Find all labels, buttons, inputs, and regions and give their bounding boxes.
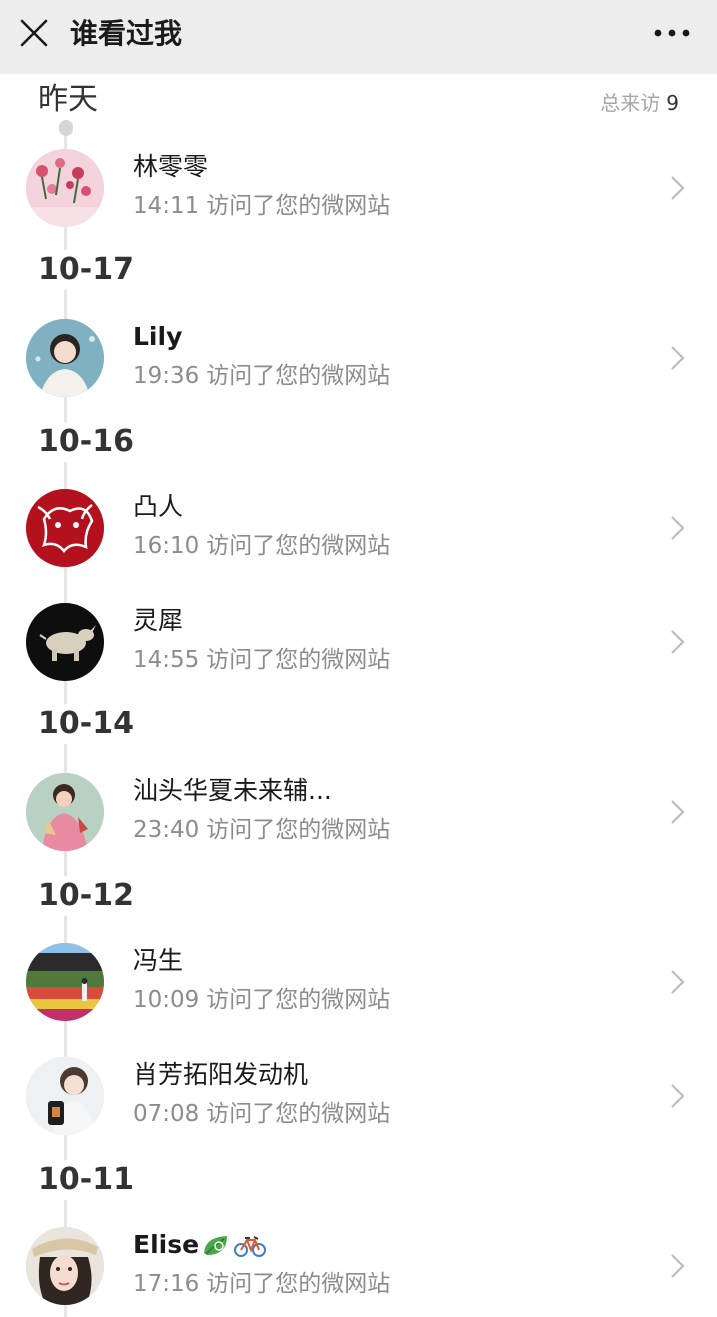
- visitor-name: 林零零: [133, 152, 209, 181]
- visit-time: 10:09: [133, 987, 200, 1013]
- woman-selfie-avatar: [26, 1057, 104, 1135]
- visitor-row[interactable]: 冯生 10:09 访问了您的微网站: [0, 932, 717, 1032]
- visit-time: 19:36: [133, 363, 200, 389]
- chevron-right-icon: [671, 800, 685, 824]
- chevron-right-icon: [671, 176, 685, 200]
- visit-action: 访问了您的微网站: [206, 817, 391, 843]
- visit-time: 14:11: [133, 193, 200, 219]
- rhino-figurine-avatar: [26, 603, 104, 681]
- chevron-right-icon: [671, 630, 685, 654]
- chevron-right-icon: [671, 970, 685, 994]
- avatar: [26, 149, 104, 227]
- woman-portrait-avatar: [26, 319, 104, 397]
- more-button[interactable]: [647, 20, 697, 46]
- visit-info: 23:40 访问了您的微网站: [133, 814, 390, 846]
- visitor-name: 汕头华夏未来辅...: [133, 776, 332, 805]
- visit-info: 14:55 访问了您的微网站: [133, 644, 390, 676]
- visit-time: 14:55: [133, 647, 200, 673]
- date-header: 10-16: [38, 422, 142, 462]
- visitor-row[interactable]: 灵犀 14:55 访问了您的微网站: [0, 592, 717, 692]
- chevron-right-icon: [671, 1084, 685, 1108]
- more-dots-icon: [654, 29, 690, 37]
- avatar: [26, 489, 104, 567]
- visit-info: 14:11 访问了您的微网站: [133, 190, 390, 222]
- visit-time: 16:10: [133, 533, 200, 559]
- visitor-name: 冯生: [133, 946, 184, 975]
- visit-action: 访问了您的微网站: [206, 533, 391, 559]
- visitor-name: 肖芳拓阳发动机: [133, 1060, 309, 1089]
- avatar: [26, 1227, 104, 1305]
- date-header: 10-11: [38, 1160, 142, 1200]
- visitor-name: Lily: [133, 322, 183, 351]
- date-header: 10-14: [38, 704, 142, 744]
- date-header: 10-12: [38, 876, 142, 916]
- visitor-name-text: Elise: [133, 1230, 200, 1259]
- visit-action: 访问了您的微网站: [206, 363, 391, 389]
- visit-action: 访问了您的微网站: [206, 1271, 391, 1297]
- visit-time: 23:40: [133, 817, 200, 843]
- avatar: [26, 773, 104, 851]
- woman-hat-avatar: [26, 1227, 104, 1305]
- avatar: [26, 319, 104, 397]
- close-button[interactable]: [14, 14, 54, 54]
- visitor-row[interactable]: Elise 17:16 访问了您的微网站: [0, 1216, 717, 1316]
- flower-garden-avatar: [26, 943, 104, 1021]
- visitor-row[interactable]: 林零零 14:11 访问了您的微网站: [0, 138, 717, 238]
- red-papercut-ox-avatar: [26, 489, 104, 567]
- bicycle-emoji-icon: [234, 1236, 267, 1257]
- total-visits-label: 总来访: [600, 91, 661, 115]
- visit-time: 07:08: [133, 1101, 200, 1127]
- visitor-name: 凸人: [133, 492, 184, 521]
- visitor-row[interactable]: 凸人 16:10 访问了您的微网站: [0, 478, 717, 578]
- visitor-name: Elise: [133, 1228, 267, 1262]
- visitor-row[interactable]: 肖芳拓阳发动机 07:08 访问了您的微网站: [0, 1046, 717, 1146]
- visit-info: 19:36 访问了您的微网站: [133, 360, 390, 392]
- visitor-list[interactable]: 总来访 9 昨天 林零零 14:11 访问了您的微网站 10-17 Lily 1…: [0, 74, 717, 1317]
- date-header-yesterday: 昨天: [38, 80, 106, 120]
- chevron-right-icon: [671, 346, 685, 370]
- avatar: [26, 943, 104, 1021]
- total-visits: 总来访 9: [600, 90, 679, 116]
- visit-action: 访问了您的微网站: [206, 987, 391, 1013]
- top-bar: 谁看过我: [0, 0, 717, 74]
- visit-info: 16:10 访问了您的微网站: [133, 530, 390, 562]
- close-icon: [20, 19, 48, 47]
- visit-action: 访问了您的微网站: [206, 1101, 391, 1127]
- visit-info: 10:09 访问了您的微网站: [133, 984, 390, 1016]
- avatar: [26, 603, 104, 681]
- visitor-name: 灵犀: [133, 606, 184, 635]
- visit-action: 访问了您的微网站: [206, 647, 391, 673]
- visit-info: 07:08 访问了您的微网站: [133, 1098, 390, 1130]
- visitor-row[interactable]: Lily 19:36 访问了您的微网站: [0, 308, 717, 408]
- visit-info: 17:16 访问了您的微网站: [133, 1268, 390, 1300]
- visit-time: 17:16: [133, 1271, 200, 1297]
- avatar: [26, 1057, 104, 1135]
- total-visits-count: 9: [666, 91, 679, 115]
- chevron-right-icon: [671, 1254, 685, 1278]
- visitor-row[interactable]: 汕头华夏未来辅... 23:40 访问了您的微网站: [0, 762, 717, 862]
- pink-flowers-avatar: [26, 149, 104, 227]
- date-header: 10-17: [38, 250, 142, 290]
- leaf-emoji-icon: [204, 1236, 228, 1255]
- page-title: 谁看过我: [70, 17, 183, 50]
- visit-action: 访问了您的微网站: [206, 193, 391, 219]
- timeline-start-dot: [59, 120, 73, 136]
- painted-woman-avatar: [26, 773, 104, 851]
- chevron-right-icon: [671, 516, 685, 540]
